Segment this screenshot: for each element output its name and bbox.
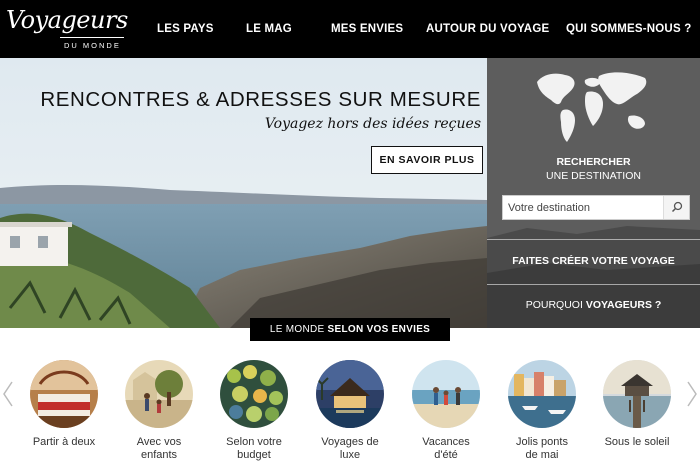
hero-title: RENCONTRES & ADRESSES SUR MESURE [40, 88, 481, 111]
nav-item-autour-du-voyage[interactable]: AUTOUR DU VOYAGE [426, 0, 549, 58]
carousel-prev-arrow-icon[interactable] [2, 380, 14, 408]
brand-logo[interactable]: Voyageurs DU MONDE [6, 6, 128, 50]
category-label: Voyages de [321, 436, 379, 448]
category-label-line2: budget [237, 449, 271, 461]
nav-item-le-mag[interactable]: LE MAG [246, 0, 292, 58]
destination-search-input[interactable] [503, 196, 663, 219]
luxury-resort-image [316, 360, 384, 428]
category-avec-vos-enfants[interactable]: Avec vos enfants [119, 360, 199, 462]
world-map-icon [537, 72, 647, 142]
category-vacances-d-ete[interactable]: Vacances d'été [406, 360, 486, 462]
category-label: Jolis ponts [516, 436, 568, 448]
learn-more-button[interactable]: EN SAVOIR PLUS [371, 146, 483, 174]
logo-underline [60, 37, 124, 38]
category-jolis-ponts-de-mai[interactable]: Jolis ponts de mai [502, 360, 582, 462]
harbor-town-image [508, 360, 576, 428]
category-label: Sous le soleil [604, 436, 670, 448]
family-image [125, 360, 193, 428]
category-label: Partir à deux [32, 436, 96, 448]
create-trip-link[interactable]: FAITES CRÉER VOTRE VOYAGE [487, 255, 700, 267]
panel-divider [487, 284, 700, 285]
carousel-next-arrow-icon[interactable] [686, 380, 698, 408]
category-partir-a-deux[interactable]: Partir à deux [24, 360, 104, 449]
destination-search-panel: RECHERCHER UNE DESTINATION FAITES CRÉER … [487, 58, 700, 328]
search-button[interactable] [663, 196, 689, 219]
category-label-line2: luxe [339, 449, 361, 461]
category-label: Vacances [422, 436, 470, 448]
beach-family-image [412, 360, 480, 428]
top-navigation-bar: Voyageurs DU MONDE LES PAYS LE MAG MES E… [0, 0, 700, 58]
brand-tagline: DU MONDE [64, 41, 121, 50]
destination-search-box [502, 195, 690, 220]
category-selon-votre-budget[interactable]: Selon votre budget [214, 360, 294, 462]
section-title-banner: LE MONDE SELON VOS ENVIES [250, 318, 450, 341]
category-label-line2: enfants [140, 449, 178, 461]
market-food-image [220, 360, 288, 428]
why-voyageurs-strong: VOYAGEURS ? [585, 299, 662, 311]
brand-name: Voyageurs [6, 6, 128, 34]
why-voyageurs-prefix: POURQUOI [525, 299, 586, 311]
nav-item-qui-sommes-nous[interactable]: QUI SOMMES-NOUS ? [566, 0, 691, 58]
romantic-bedroom-image [30, 360, 98, 428]
sunset-pier-image [603, 360, 671, 428]
hero-banner: RENCONTRES & ADRESSES SUR MESURE Voyagez… [0, 58, 487, 328]
category-sous-le-soleil[interactable]: Sous le soleil [597, 360, 677, 449]
section-title-strong: SELON VOS ENVIES [327, 324, 431, 335]
search-heading: RECHERCHER [556, 156, 631, 168]
category-label-line2: de mai [525, 449, 559, 461]
why-voyageurs-link[interactable]: POURQUOI VOYAGEURS ? [487, 299, 700, 311]
section-title-prefix: LE MONDE [269, 324, 328, 335]
create-trip-label: FAITES CRÉER VOTRE VOYAGE [512, 255, 675, 267]
category-label: Selon votre [226, 436, 282, 448]
category-label: Avec vos [136, 436, 182, 448]
nav-item-les-pays[interactable]: LES PAYS [157, 0, 214, 58]
search-icon [671, 201, 683, 213]
panel-divider [487, 239, 700, 240]
search-subheading: UNE DESTINATION [546, 170, 641, 182]
hero-subtitle: Voyagez hors des idées reçues [264, 116, 481, 132]
category-label-line2: d'été [434, 449, 458, 461]
nav-item-mes-envies[interactable]: MES ENVIES [331, 0, 403, 58]
category-voyages-de-luxe[interactable]: Voyages de luxe [310, 360, 390, 462]
